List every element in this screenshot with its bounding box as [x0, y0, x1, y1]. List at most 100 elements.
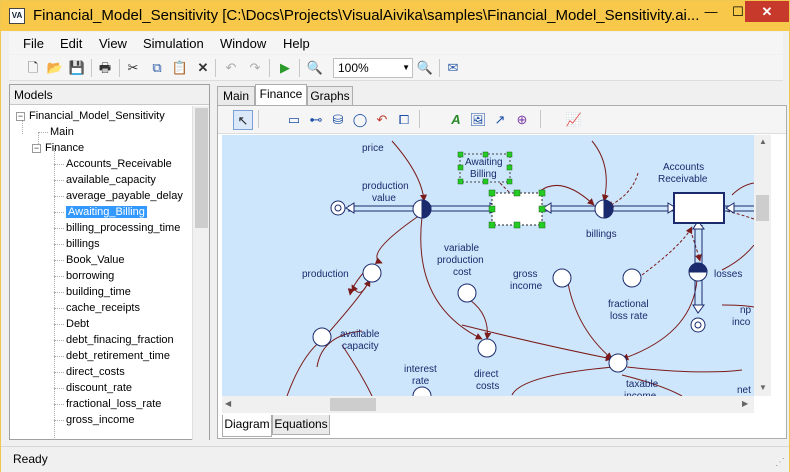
- tab-diagram[interactable]: Diagram: [222, 415, 272, 437]
- tree-scrollbar[interactable]: [192, 106, 209, 440]
- label-inco: inco: [732, 317, 751, 328]
- menu-file[interactable]: File: [23, 36, 44, 51]
- open-folder-icon[interactable]: 📂: [45, 58, 65, 78]
- chevron-down-icon: ▼: [402, 63, 410, 72]
- tab-finance[interactable]: Finance: [255, 84, 307, 106]
- title-bar: VA Financial_Model_Sensitivity [C:\Docs\…: [1, 1, 789, 31]
- copy-icon[interactable]: ⧉: [147, 58, 167, 78]
- label-awaiting-billing-1: Awaiting: [465, 157, 503, 168]
- app-window: VA Financial_Model_Sensitivity [C:\Docs\…: [0, 0, 790, 472]
- curve-tool-icon[interactable]: ↗: [490, 110, 510, 130]
- canvas-hscroll-thumb[interactable]: [330, 398, 376, 411]
- label-taxable-1: taxable: [626, 379, 659, 390]
- tree-item[interactable]: building_time: [66, 284, 131, 300]
- zoom-select[interactable]: 100% ▼: [333, 58, 413, 78]
- link-tool-icon[interactable]: ↶: [372, 110, 392, 130]
- label-available-capacity-1: available: [340, 329, 380, 340]
- zoom-out-icon[interactable]: 🔍: [305, 58, 325, 78]
- tree-item[interactable]: billings: [66, 236, 100, 252]
- tree-item-finance[interactable]: − Finance: [32, 140, 84, 156]
- canvas-vscrollbar[interactable]: ▲ ▼: [754, 135, 771, 396]
- tree-item[interactable]: direct_costs: [66, 364, 125, 380]
- redo-icon[interactable]: ↷: [245, 58, 265, 78]
- label-price: price: [362, 143, 384, 154]
- zoom-value: 100%: [338, 61, 369, 75]
- main-toolbar: 🗋 📂 💾 🖶 ✂ ⧉ 📋 ✕ ↶ ↷ ▶ 🔍 100% ▼ 🔍 ✉: [9, 55, 783, 81]
- label-losses: losses: [714, 269, 742, 280]
- label-gross-income-2: income: [510, 281, 543, 292]
- run-icon[interactable]: ▶: [275, 58, 295, 78]
- tree-item[interactable]: Book_Value: [66, 252, 125, 268]
- tree-item[interactable]: debt_finacing_fraction: [66, 332, 174, 348]
- auxiliary-tool-icon[interactable]: ◯: [350, 110, 370, 130]
- stock-tool-icon[interactable]: ▭: [284, 110, 304, 130]
- label-accounts-receivable-2: Receivable: [658, 174, 708, 185]
- menu-view[interactable]: View: [99, 36, 127, 51]
- diagram-svg[interactable]: price production value Awaiting Billing …: [222, 135, 754, 396]
- image-tool-icon[interactable]: 🖼: [468, 110, 488, 130]
- tree-item[interactable]: borrowing: [66, 268, 114, 284]
- tree-item[interactable]: Awaiting_Billing: [66, 204, 147, 220]
- chart-tool-icon[interactable]: 📈: [564, 110, 584, 130]
- tree-item[interactable]: discount_rate: [66, 380, 132, 396]
- pointer-icon[interactable]: ↖: [233, 110, 253, 130]
- email-icon[interactable]: ✉: [443, 58, 463, 78]
- tree-item[interactable]: Accounts_Receivable: [66, 156, 172, 172]
- tree-item[interactable]: fractional_loss_rate: [66, 396, 161, 412]
- tree-item[interactable]: billing_processing_time: [66, 220, 180, 236]
- menu-edit[interactable]: Edit: [60, 36, 82, 51]
- canvas-hscrollbar[interactable]: ◀ ▶: [222, 396, 754, 413]
- cut-icon[interactable]: ✂: [123, 58, 143, 78]
- text-tool-icon[interactable]: A: [446, 110, 466, 130]
- menu-simulation[interactable]: Simulation: [143, 36, 204, 51]
- save-icon[interactable]: 💾: [67, 58, 87, 78]
- status-bar: Ready ⋰: [1, 446, 789, 472]
- print-icon[interactable]: 🖶: [95, 58, 115, 78]
- label-variable-1: variable: [444, 243, 479, 254]
- label-awaiting-billing-2: Billing: [470, 169, 497, 180]
- new-file-icon[interactable]: 🗋: [23, 58, 43, 78]
- models-header: Models: [10, 85, 209, 105]
- label-variable-3: cost: [453, 267, 472, 278]
- view-tabs: Diagram Equations: [218, 415, 786, 437]
- menu-window[interactable]: Window: [220, 36, 266, 51]
- models-panel: Models − Financial_Model_Sensitivity Main…: [9, 84, 210, 440]
- tree-item-main[interactable]: Main: [50, 124, 74, 140]
- shadow-variable-icon[interactable]: ⧠: [394, 110, 414, 130]
- resize-grip-icon[interactable]: ⋰: [775, 457, 785, 468]
- tree-item[interactable]: gross_income: [66, 412, 134, 428]
- tree-item[interactable]: debt_retirement_time: [66, 348, 170, 364]
- tab-graphs[interactable]: Graphs: [307, 86, 353, 105]
- tree-item[interactable]: Debt: [66, 316, 89, 332]
- tree-item[interactable]: cache_receipts: [66, 300, 140, 316]
- collapse-icon[interactable]: −: [32, 143, 41, 153]
- diagram-canvas[interactable]: price production value Awaiting Billing …: [222, 135, 754, 396]
- tree-item[interactable]: average_payable_delay: [66, 188, 183, 204]
- tab-equations[interactable]: Equations: [272, 415, 330, 435]
- zoom-in-icon[interactable]: 🔍: [415, 58, 435, 78]
- valve-tool-icon[interactable]: ⛁: [328, 110, 348, 130]
- flow-tool-icon[interactable]: ⊷: [306, 110, 326, 130]
- model-tree[interactable]: − Financial_Model_Sensitivity Main − Finan…: [10, 106, 192, 440]
- undo-icon[interactable]: ↶: [221, 58, 241, 78]
- minimize-button[interactable]: —: [697, 1, 725, 22]
- scroll-right-icon[interactable]: ▶: [742, 399, 748, 408]
- diagram-editor: ↖ ▭ ⊷ ⛁ ◯ ↶ ⧠ A 🖼 ↗ ⊕ 📈 price production…: [217, 105, 787, 439]
- tree-root[interactable]: − Financial_Model_Sensitivity: [16, 108, 165, 124]
- menu-help[interactable]: Help: [283, 36, 310, 51]
- tree-item[interactable]: available_capacity: [66, 172, 156, 188]
- add-point-icon[interactable]: ⊕: [512, 110, 532, 130]
- paste-icon[interactable]: 📋: [170, 58, 190, 78]
- app-icon[interactable]: VA: [9, 8, 25, 24]
- scroll-left-icon[interactable]: ◀: [225, 399, 231, 408]
- label-fractional-2: loss rate: [610, 311, 648, 322]
- delete-icon[interactable]: ✕: [193, 58, 213, 78]
- collapse-icon[interactable]: −: [16, 111, 25, 121]
- scroll-up-icon[interactable]: ▲: [759, 137, 767, 146]
- close-button[interactable]: ✕: [745, 1, 789, 22]
- canvas-vscroll-thumb[interactable]: [756, 195, 769, 221]
- scroll-down-icon[interactable]: ▼: [759, 383, 767, 392]
- tree-scroll-thumb[interactable]: [195, 108, 208, 228]
- tab-main[interactable]: Main: [217, 86, 255, 105]
- diagram-toolbar: ↖ ▭ ⊷ ⛁ ◯ ↶ ⧠ A 🖼 ↗ ⊕ 📈: [218, 106, 786, 134]
